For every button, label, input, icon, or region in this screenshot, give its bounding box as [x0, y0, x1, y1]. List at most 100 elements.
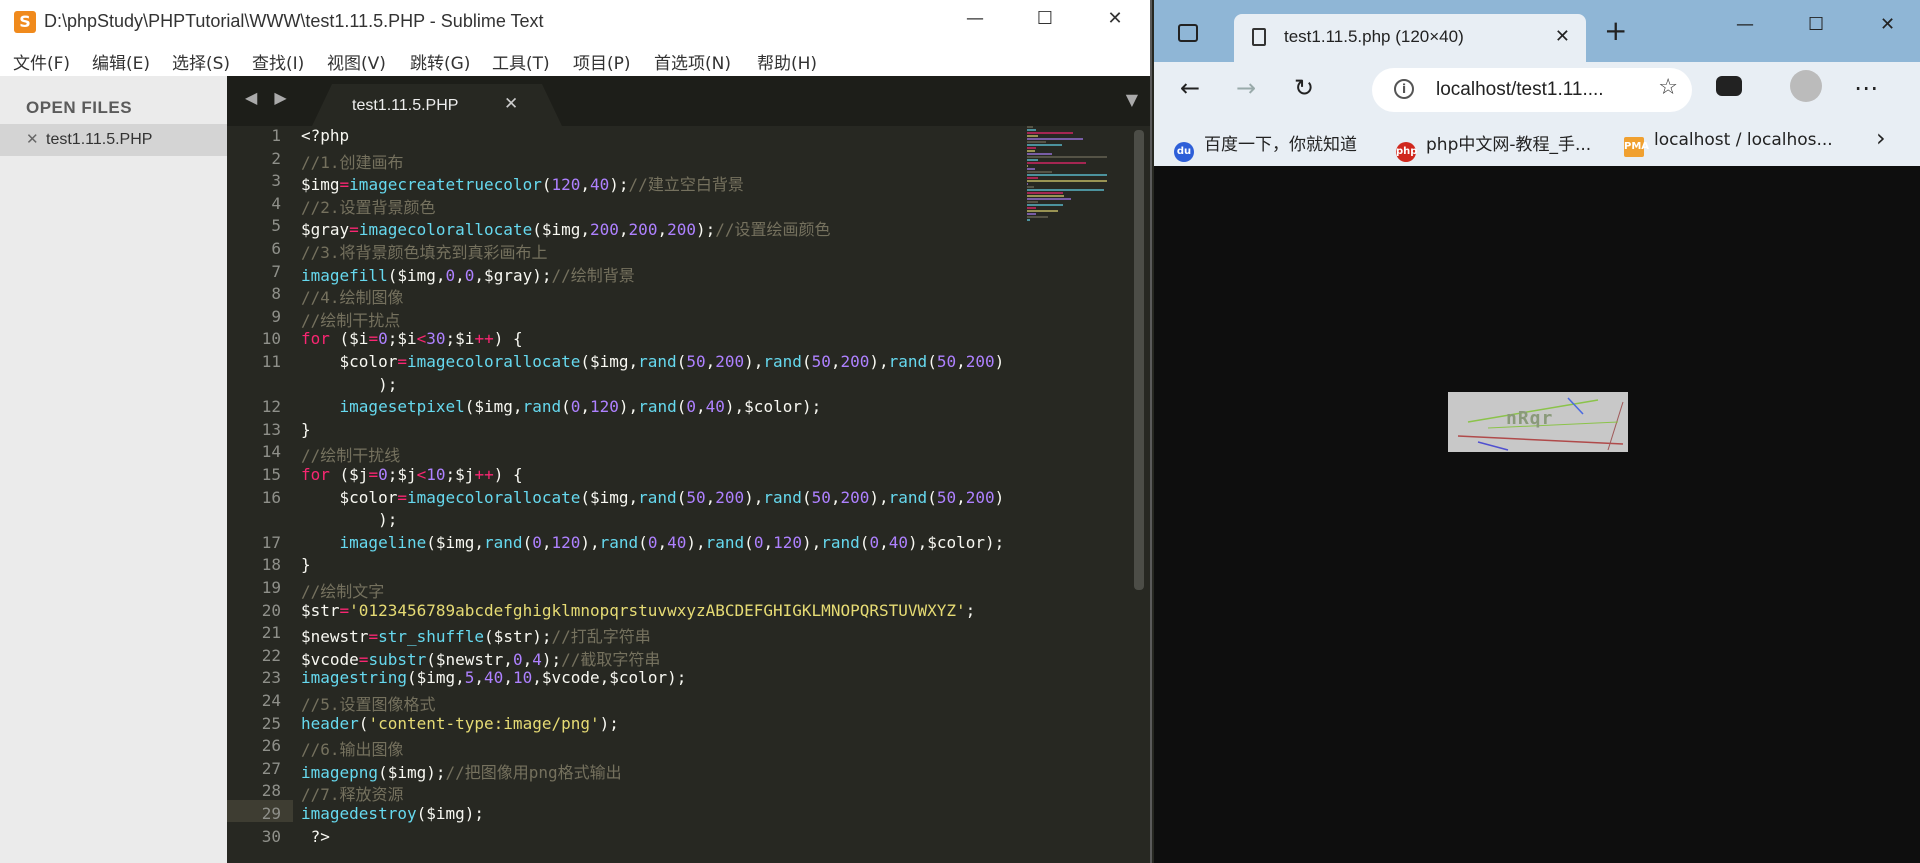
- minimap[interactable]: [1027, 126, 1127, 226]
- browser-tab-strip: test1.11.5.php (120×40) ✕ + — ☐ ✕: [1154, 0, 1920, 62]
- code-token: 40: [590, 175, 610, 195]
- code-token: 0: [464, 265, 475, 285]
- menu-help[interactable]: 帮助(H): [757, 49, 817, 74]
- bookmarks-more-icon[interactable]: ›: [1876, 124, 1886, 152]
- address-bar[interactable]: i localhost/test1.11.... ☆: [1372, 68, 1692, 112]
- menu-preferences[interactable]: 首选项(N): [654, 49, 731, 74]
- code-token: );: [301, 374, 398, 394]
- code-token: rand: [705, 532, 745, 552]
- browser-close-button[interactable]: ✕: [1880, 14, 1895, 35]
- bookmark-baidu[interactable]: du 百度一下，你就知道: [1174, 130, 1357, 162]
- code-token: ($img,: [406, 668, 465, 688]
- minimap-line: [1027, 168, 1035, 170]
- close-file-icon[interactable]: ✕: [26, 130, 39, 148]
- code-token: ,$gray);: [474, 265, 552, 285]
- code-token: //建立空白背景: [628, 175, 744, 195]
- favorite-star-icon[interactable]: ☆: [1658, 75, 1678, 100]
- document-icon: [1252, 28, 1266, 46]
- workspaces-icon[interactable]: [1178, 24, 1198, 42]
- menu-find[interactable]: 查找(I): [252, 49, 304, 74]
- close-button[interactable]: ✕: [1092, 8, 1138, 36]
- code-token: $color: [301, 487, 398, 507]
- editor-titlebar: S D:\phpStudy\PHPTutorial\WWW\test1.11.5…: [0, 0, 1150, 44]
- menu-file[interactable]: 文件(F): [13, 49, 70, 74]
- code-token: ): [994, 352, 1005, 371]
- minimize-button[interactable]: —: [952, 8, 998, 36]
- code-token: ($img,: [387, 265, 446, 285]
- code-line: $img=imagecreatetruecolor(120,40);//建立空白…: [301, 171, 744, 195]
- tab-nav-arrows-icon[interactable]: ◀ ▶: [245, 88, 293, 107]
- php-logo-icon: php: [1396, 142, 1417, 162]
- menu-tools[interactable]: 工具(T): [492, 49, 550, 74]
- editor-tab[interactable]: test1.11.5.PHP ✕: [312, 84, 562, 126]
- new-tab-button[interactable]: +: [1604, 14, 1627, 47]
- line-number: 30: [261, 826, 281, 846]
- code-token: rand: [638, 397, 677, 417]
- profile-avatar[interactable]: [1790, 70, 1822, 102]
- menu-edit[interactable]: 编辑(E): [92, 49, 150, 74]
- line-number: 14: [261, 442, 281, 462]
- code-token: ($img,: [464, 397, 523, 417]
- code-token: (: [927, 352, 937, 371]
- code-token: <?php: [301, 126, 350, 145]
- code-token: ),: [580, 532, 600, 552]
- sublime-logo-icon: S: [14, 11, 36, 33]
- menu-project[interactable]: 项目(P): [573, 49, 631, 74]
- code-token: rand: [484, 532, 523, 552]
- line-number: 27: [261, 758, 281, 778]
- browser-maximize-button[interactable]: ☐: [1808, 14, 1824, 35]
- line-number: 5: [271, 216, 281, 236]
- back-button[interactable]: ←: [1180, 74, 1200, 102]
- code-token: //绘制文字: [301, 582, 385, 601]
- vertical-scrollbar[interactable]: [1134, 130, 1144, 590]
- code-line: }: [301, 555, 311, 574]
- forward-button[interactable]: →: [1236, 74, 1256, 102]
- code-token: ) {: [493, 465, 523, 484]
- bookmark-php-cn[interactable]: php php中文网-教程_手...: [1396, 130, 1591, 162]
- code-token: (: [927, 487, 937, 507]
- minimap-line: [1027, 159, 1038, 161]
- code-line: }: [301, 420, 311, 439]
- settings-more-button[interactable]: ⋯: [1854, 74, 1878, 102]
- code-token: =: [368, 465, 379, 484]
- tab-dropdown-icon[interactable]: ▼: [1126, 90, 1138, 109]
- sidebar-file-item[interactable]: ✕ test1.11.5.PHP: [0, 124, 227, 156]
- minimap-line: [1027, 192, 1064, 194]
- code-token: ,: [763, 532, 774, 552]
- code-token: =: [358, 649, 369, 669]
- browser-tab-close-icon[interactable]: ✕: [1555, 26, 1570, 47]
- code-token: (: [676, 487, 687, 507]
- code-token: 200: [965, 487, 995, 507]
- code-token: 120: [551, 175, 581, 195]
- menu-selection[interactable]: 选择(S): [172, 49, 230, 74]
- code-token: 10: [512, 668, 533, 688]
- minimap-line: [1027, 135, 1038, 137]
- menu-goto[interactable]: 跳转(G): [410, 49, 470, 74]
- code-area[interactable]: <?php//1.创建画布 $img=imagecreatetruecolor(1…: [301, 126, 1021, 863]
- menu-view[interactable]: 视图(V): [327, 49, 386, 74]
- extension-icon[interactable]: [1716, 76, 1742, 96]
- code-token: 0: [753, 532, 764, 552]
- code-token: //打乱字符串: [551, 627, 651, 647]
- address-url[interactable]: localhost/test1.11....: [1436, 79, 1604, 101]
- refresh-button[interactable]: ↻: [1294, 74, 1314, 102]
- code-token: ) {: [493, 329, 523, 349]
- code-token: 200: [715, 352, 745, 371]
- code-line: imagestring($img,5,40,10,$vcode,$color);: [301, 668, 686, 687]
- code-token: 50: [936, 352, 957, 371]
- code-token: (: [676, 352, 687, 371]
- bookmark-phpmyadmin[interactable]: PMA localhost / localhos...: [1624, 130, 1833, 157]
- line-number: 13: [261, 419, 281, 439]
- maximize-button[interactable]: ☐: [1022, 8, 1068, 36]
- tab-close-icon[interactable]: ✕: [504, 94, 518, 114]
- line-number: 3: [271, 171, 281, 191]
- browser-tab[interactable]: test1.11.5.php (120×40) ✕: [1234, 14, 1586, 62]
- line-number: 29: [261, 804, 281, 823]
- code-token: rand: [638, 352, 677, 371]
- code-token: imagecolorallocate: [406, 487, 581, 507]
- menu-bar: 文件(F) 编辑(E) 选择(S) 查找(I) 视图(V) 跳转(G) 工具(T…: [0, 44, 1150, 76]
- site-info-icon[interactable]: i: [1394, 79, 1414, 99]
- code-token: $color: [301, 352, 398, 371]
- browser-minimize-button[interactable]: —: [1736, 14, 1754, 35]
